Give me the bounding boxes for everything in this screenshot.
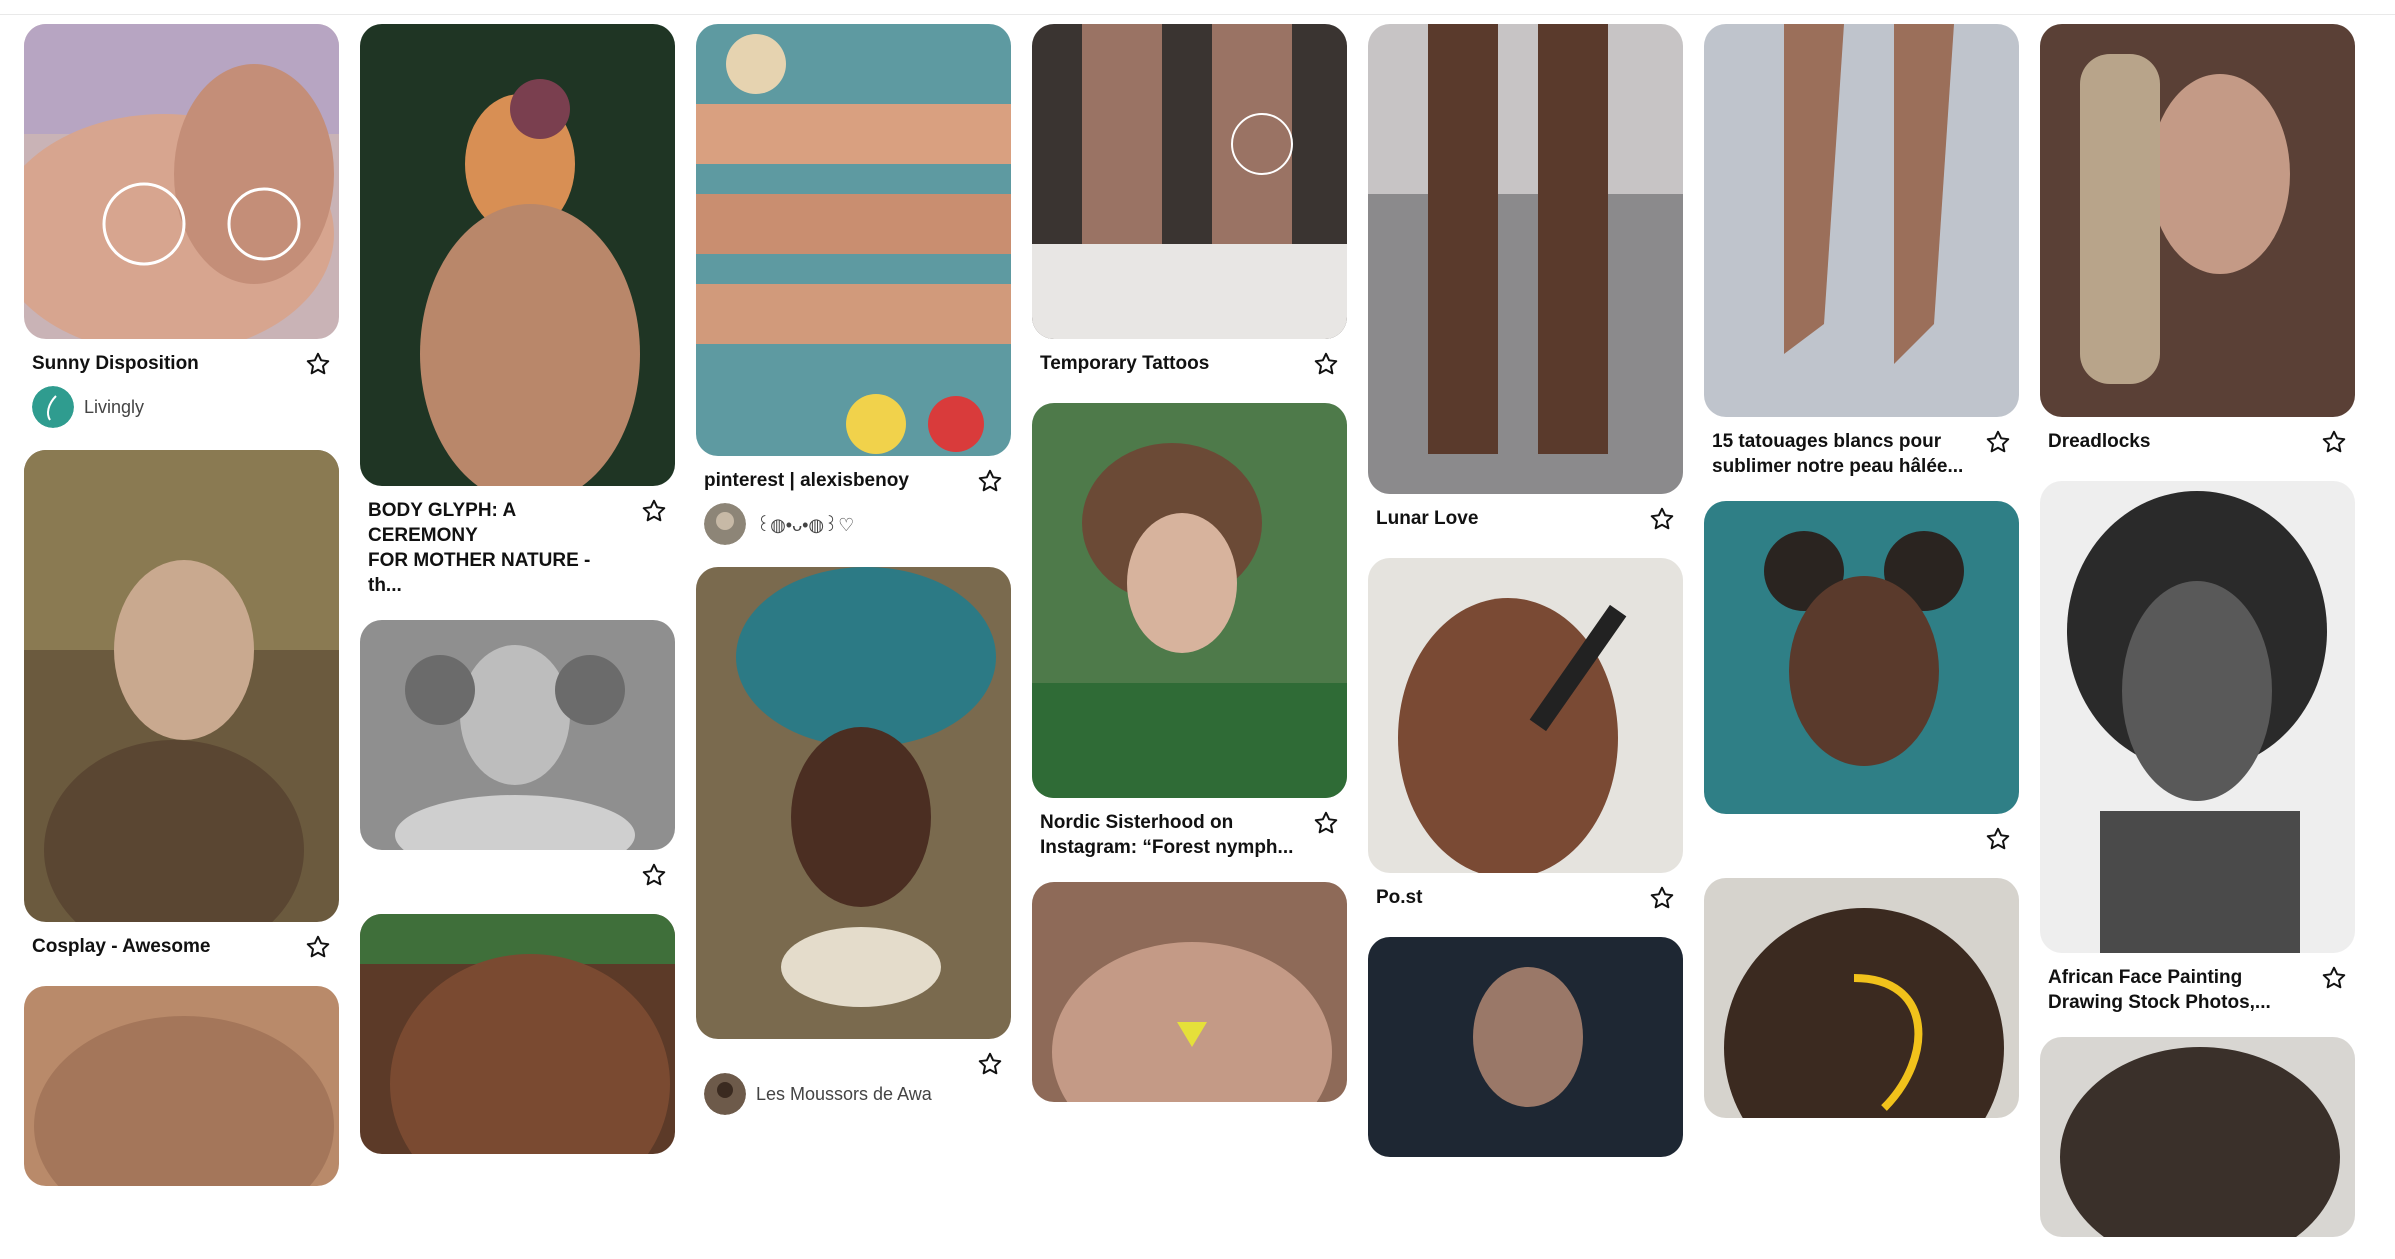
pin-author[interactable]: Livingly: [32, 386, 331, 428]
pin-grid: Sunny Disposition Livingly Cosplay - Awe…: [0, 0, 2395, 1237]
pin-card[interactable]: [24, 986, 339, 1186]
pin-meta: Nordic Sisterhood on Instagram: “Forest …: [1032, 798, 1347, 860]
pin-meta: Po.st: [1368, 873, 1683, 915]
pin-meta: Temporary Tattoos: [1032, 339, 1347, 381]
pin-image[interactable]: [1704, 24, 2019, 417]
pin-column-5: Lunar Love Po.st: [1368, 24, 1683, 1179]
pin-image[interactable]: [360, 914, 675, 1154]
pin-image[interactable]: [24, 986, 339, 1186]
pin-image[interactable]: [360, 620, 675, 850]
star-outline-icon[interactable]: [305, 351, 331, 377]
pin-title[interactable]: Po.st: [1376, 885, 1636, 910]
pin-column-3: pinterest | alexisbenoy ꒰◍•ᴗ•◍꒱♡ Les Mou…: [696, 24, 1011, 1137]
star-outline-icon[interactable]: [1985, 826, 2011, 852]
pin-image[interactable]: [1032, 24, 1347, 339]
pin-image[interactable]: [2040, 24, 2355, 417]
pin-card[interactable]: [360, 914, 675, 1154]
pin-card[interactable]: [1704, 878, 2019, 1118]
pin-card[interactable]: Dreadlocks: [2040, 24, 2355, 459]
star-outline-icon[interactable]: [1649, 885, 1675, 911]
pin-card[interactable]: BODY GLYPH: A CEREMONY FOR MOTHER NATURE…: [360, 24, 675, 598]
pin-author[interactable]: ꒰◍•ᴗ•◍꒱♡: [704, 503, 1003, 545]
pin-author[interactable]: Les Moussors de Awa: [704, 1073, 1003, 1115]
pin-card[interactable]: Sunny Disposition Livingly: [24, 24, 339, 428]
pin-card[interactable]: Nordic Sisterhood on Instagram: “Forest …: [1032, 403, 1347, 860]
pin-meta: Les Moussors de Awa: [696, 1039, 1011, 1115]
avatar[interactable]: [704, 1073, 746, 1115]
author-name[interactable]: ꒰◍•ᴗ•◍꒱♡: [756, 513, 854, 536]
author-name[interactable]: Livingly: [84, 397, 144, 418]
pin-meta: 15 tatouages blancs pour sublimer notre …: [1704, 417, 2019, 479]
pin-meta: African Face Painting Drawing Stock Phot…: [2040, 953, 2355, 1015]
pin-title[interactable]: Nordic Sisterhood on Instagram: “Forest …: [1040, 810, 1300, 860]
pin-column-4: Temporary Tattoos Nordic Sisterhood on I…: [1032, 24, 1347, 1124]
pin-card[interactable]: Po.st: [1368, 558, 1683, 915]
pin-column-2: BODY GLYPH: A CEREMONY FOR MOTHER NATURE…: [360, 24, 675, 1176]
pin-title[interactable]: pinterest | alexisbenoy: [704, 468, 964, 493]
pin-image[interactable]: [1368, 24, 1683, 494]
pin-image[interactable]: [24, 450, 339, 922]
pin-image[interactable]: [1368, 937, 1683, 1157]
pin-title[interactable]: Temporary Tattoos: [1040, 351, 1300, 376]
pin-card[interactable]: African Face Painting Drawing Stock Phot…: [2040, 481, 2355, 1015]
avatar[interactable]: [32, 386, 74, 428]
star-outline-icon[interactable]: [2321, 429, 2347, 455]
pin-meta: Dreadlocks: [2040, 417, 2355, 459]
star-outline-icon[interactable]: [305, 934, 331, 960]
pin-card[interactable]: pinterest | alexisbenoy ꒰◍•ᴗ•◍꒱♡: [696, 24, 1011, 545]
pin-title[interactable]: Lunar Love: [1376, 506, 1636, 531]
pin-image[interactable]: [24, 24, 339, 339]
pin-card[interactable]: [1368, 937, 1683, 1157]
pin-image[interactable]: [1032, 882, 1347, 1102]
pin-image[interactable]: [1704, 878, 2019, 1118]
pin-card[interactable]: Lunar Love: [1368, 24, 1683, 536]
star-outline-icon[interactable]: [977, 1051, 1003, 1077]
pin-image[interactable]: [360, 24, 675, 486]
pin-image[interactable]: [696, 24, 1011, 456]
star-outline-icon[interactable]: [977, 468, 1003, 494]
pin-card[interactable]: [1704, 501, 2019, 856]
pin-title[interactable]: BODY GLYPH: A CEREMONY FOR MOTHER NATURE…: [368, 498, 628, 598]
pin-title[interactable]: Sunny Disposition: [32, 351, 292, 376]
pin-card[interactable]: Cosplay - Awesome: [24, 450, 339, 964]
pin-card[interactable]: Les Moussors de Awa: [696, 567, 1011, 1115]
star-outline-icon[interactable]: [641, 862, 667, 888]
pin-image[interactable]: [2040, 1037, 2355, 1237]
pin-meta: Sunny Disposition Livingly: [24, 339, 339, 428]
author-name[interactable]: Les Moussors de Awa: [756, 1084, 932, 1105]
star-outline-icon[interactable]: [2321, 965, 2347, 991]
pin-image[interactable]: [1704, 501, 2019, 814]
pin-image[interactable]: [1368, 558, 1683, 873]
pin-card[interactable]: [2040, 1037, 2355, 1237]
star-outline-icon[interactable]: [1313, 810, 1339, 836]
pin-meta: [1704, 814, 2019, 856]
pin-image[interactable]: [1032, 403, 1347, 798]
pin-column-1: Sunny Disposition Livingly Cosplay - Awe…: [24, 24, 339, 1208]
pin-meta: pinterest | alexisbenoy ꒰◍•ᴗ•◍꒱♡: [696, 456, 1011, 545]
pin-title[interactable]: African Face Painting Drawing Stock Phot…: [2048, 965, 2308, 1015]
pin-card[interactable]: [360, 620, 675, 892]
pin-image[interactable]: [696, 567, 1011, 1039]
pin-meta: Cosplay - Awesome: [24, 922, 339, 964]
pin-meta: [360, 850, 675, 892]
pin-card[interactable]: [1032, 882, 1347, 1102]
pin-title[interactable]: 15 tatouages blancs pour sublimer notre …: [1712, 429, 1972, 479]
pin-title[interactable]: Cosplay - Awesome: [32, 934, 292, 959]
star-outline-icon[interactable]: [1313, 351, 1339, 377]
star-outline-icon[interactable]: [1649, 506, 1675, 532]
pin-image[interactable]: [2040, 481, 2355, 953]
star-outline-icon[interactable]: [1985, 429, 2011, 455]
pin-meta: Lunar Love: [1368, 494, 1683, 536]
pin-title[interactable]: Dreadlocks: [2048, 429, 2308, 454]
pin-column-7: Dreadlocks African Face Painting Drawing…: [2040, 24, 2355, 1259]
avatar[interactable]: [704, 503, 746, 545]
pin-column-6: 15 tatouages blancs pour sublimer notre …: [1704, 24, 2019, 1140]
pin-card[interactable]: Temporary Tattoos: [1032, 24, 1347, 381]
star-outline-icon[interactable]: [641, 498, 667, 524]
pin-card[interactable]: 15 tatouages blancs pour sublimer notre …: [1704, 24, 2019, 479]
pin-meta: BODY GLYPH: A CEREMONY FOR MOTHER NATURE…: [360, 486, 675, 598]
